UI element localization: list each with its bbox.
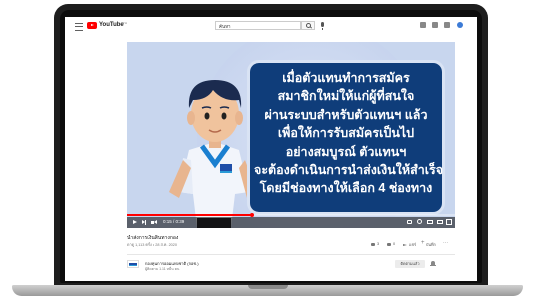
divider (127, 254, 455, 255)
youtube-logo-text[interactable]: YouTube (99, 22, 124, 28)
laptop-base (12, 285, 523, 296)
apps-icon[interactable] (432, 22, 438, 28)
notifications-icon[interactable] (444, 22, 450, 28)
thumb-up-icon[interactable] (371, 242, 376, 247)
menu-icon[interactable] (75, 23, 83, 31)
laptop-frame: YouTube TH ค้นหา เมื่อตัวแทนทำการสมัคร ส… (54, 4, 488, 289)
like-count[interactable]: 3 (377, 242, 379, 246)
create-icon[interactable] (420, 22, 426, 28)
microphone-icon[interactable] (321, 22, 324, 30)
captions-icon[interactable] (407, 220, 412, 224)
search-button[interactable] (301, 21, 315, 30)
avatar[interactable] (457, 22, 463, 28)
more-icon[interactable] (443, 240, 448, 247)
search-input[interactable]: ค้นหา (215, 21, 301, 30)
thumb-down-icon[interactable] (387, 242, 392, 247)
overlay-line: จะต้องดำเนินการนำส่งเงินให้สำเร็จ (254, 163, 444, 178)
overlay-line: สมาชิกใหม่ให้แก่ผู้ที่สนใจ (277, 89, 415, 104)
share-icon[interactable] (403, 242, 408, 247)
save-button[interactable]: บันทึก (426, 242, 436, 248)
youtube-logo-icon[interactable] (87, 22, 97, 29)
subscribe-button[interactable]: ติดตามแล้ว (395, 260, 425, 268)
country-code: TH (123, 21, 127, 25)
overlay-line: โดยมีช่องทางให้เลือก 4 ช่องทาง (259, 181, 433, 196)
browser-screen: YouTube TH ค้นหา เมื่อตัวแทนทำการสมัคร ส… (65, 17, 477, 281)
play-icon[interactable] (133, 220, 137, 224)
youtube-header: YouTube TH ค้นหา (65, 17, 477, 35)
theater-mode-icon[interactable] (427, 220, 433, 224)
subscriber-count: ผู้ติดตาม 1.11 หมื่น คน (145, 267, 180, 271)
overlay-line: เมื่อตัวแทนทำการสมัคร (282, 71, 410, 85)
share-button[interactable]: แชร์ (409, 242, 416, 248)
fullscreen-icon[interactable] (446, 219, 452, 225)
video-title: นำส่งการเงินสินทางกอง (127, 235, 179, 241)
info-text-box: เมื่อตัวแทนทำการสมัคร สมาชิกใหม่ให้แก่ผู… (247, 60, 445, 215)
channel-avatar[interactable] (127, 260, 139, 268)
time-display: 0:15 / 0:39 (163, 219, 185, 224)
overlay-line: เพื่อให้การรับสมัครเป็นไป (277, 126, 415, 141)
overlay-line: ผ่านระบบสำหรับตัวแทนฯ แล้ว (264, 107, 428, 122)
progress-bar[interactable] (127, 213, 455, 217)
progress-fill (127, 214, 252, 216)
volume-icon[interactable] (151, 220, 157, 224)
gear-icon[interactable] (417, 219, 422, 224)
miniplayer-icon[interactable] (437, 220, 443, 224)
bell-icon[interactable] (430, 261, 436, 266)
video-player[interactable]: เมื่อตัวแทนทำการสมัคร สมาชิกใหม่ให้แก่ผู… (127, 42, 455, 228)
views-date: ดาดู 1,113 ครั้ง • 28 ส.ค. 2020 (127, 243, 178, 247)
next-icon[interactable] (142, 219, 146, 225)
dislike-count[interactable]: 0 (393, 242, 395, 246)
base-notch (248, 285, 288, 289)
overlay-line: อย่างสมบูรณ์ ตัวแทนฯ (285, 144, 407, 159)
player-controls: 0:15 / 0:39 (127, 217, 455, 228)
